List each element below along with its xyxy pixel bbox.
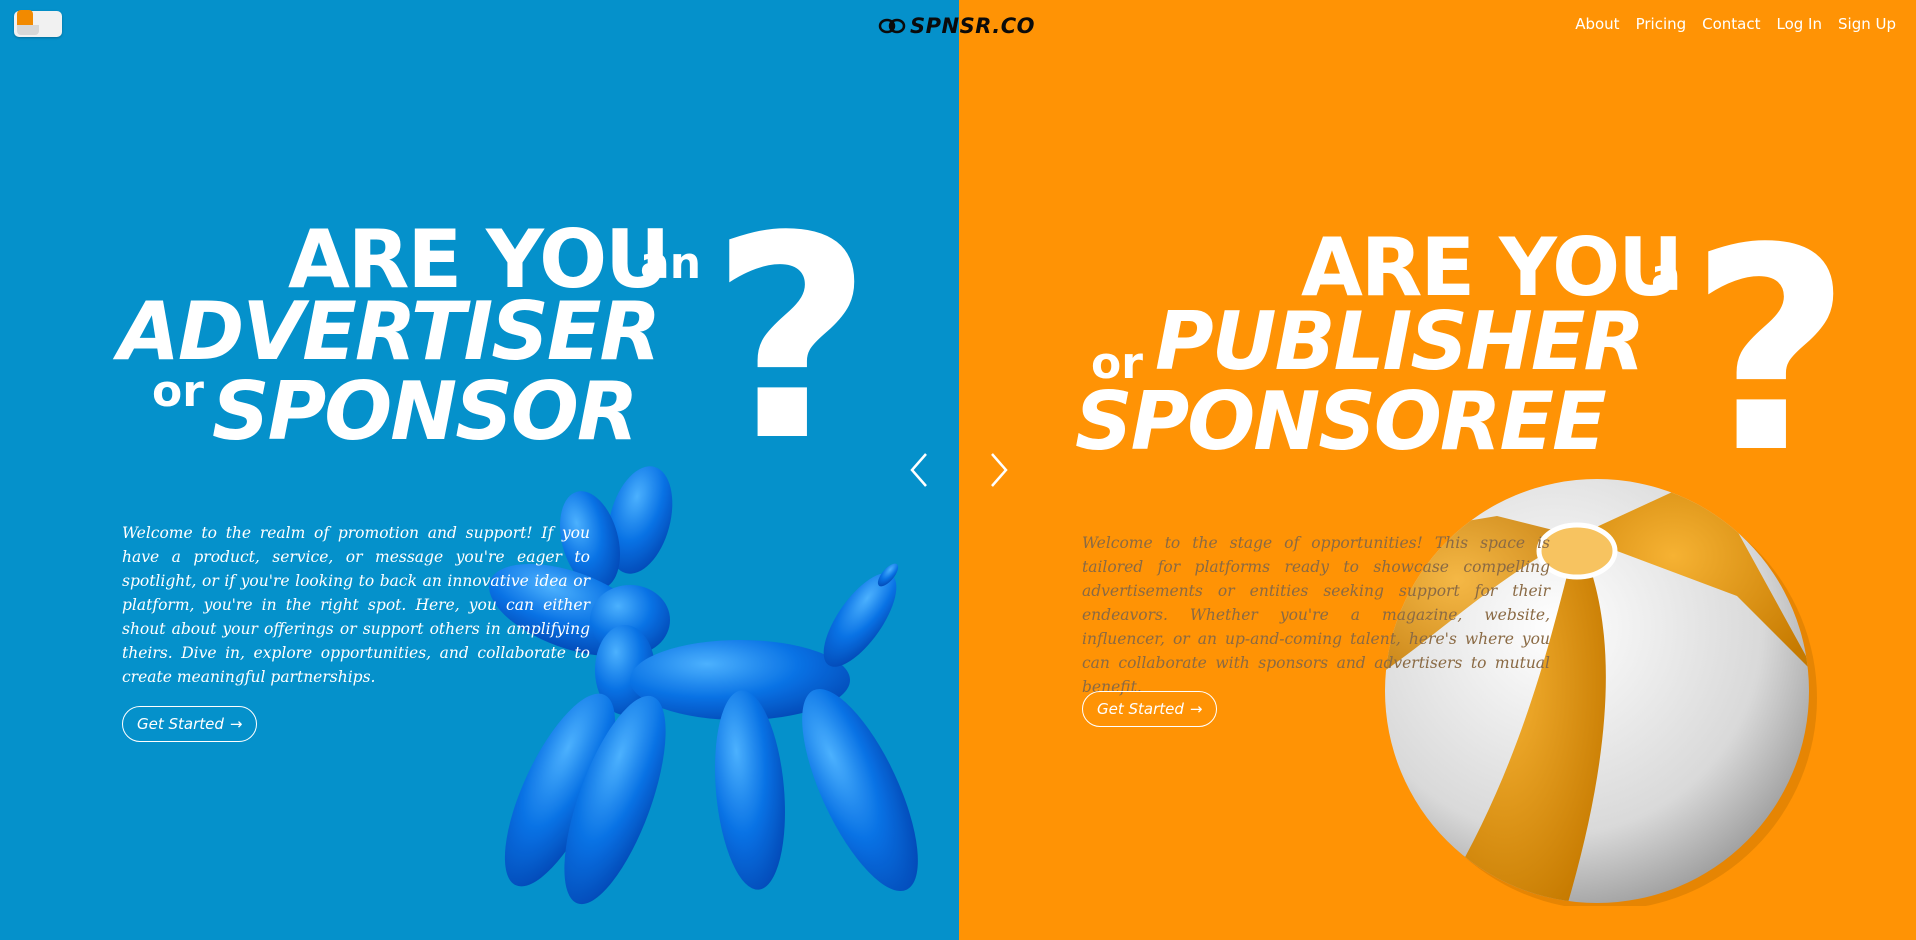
left-description: Welcome to the realm of promotion and su… <box>122 524 590 686</box>
nav-login[interactable]: Log In <box>1777 15 1823 33</box>
publisher-panel: ARE YOU a or PUBLISHER SPONSOREE ? Welco… <box>959 0 1916 940</box>
left-headline-article: an <box>640 238 702 289</box>
chevron-right-icon[interactable] <box>984 450 1012 490</box>
advertiser-panel: ARE YOU an ADVERTISER or SPONSOR ? Welco… <box>0 0 959 940</box>
bee-logo-icon <box>878 18 906 34</box>
arrow-right-icon: → <box>1189 700 1203 718</box>
right-headline-line2: PUBLISHER <box>1155 295 1645 388</box>
left-get-started-button[interactable]: Get Started → <box>122 706 258 742</box>
top-nav: About Pricing Contact Log In Sign Up <box>1575 15 1896 33</box>
theme-toggle-icon[interactable] <box>14 10 62 37</box>
nav-pricing[interactable]: Pricing <box>1636 15 1687 33</box>
left-headline-or: or <box>152 366 204 417</box>
brand-name: SPNSR.CO <box>910 14 1036 38</box>
brand-logo[interactable]: SPNSR.CO <box>878 12 1035 40</box>
nav-signup[interactable]: Sign Up <box>1838 15 1896 33</box>
chevron-left-icon[interactable] <box>906 450 934 490</box>
right-headline-article: a <box>1651 250 1681 301</box>
right-get-started-button[interactable]: Get Started → <box>1082 691 1218 727</box>
nav-about[interactable]: About <box>1575 15 1619 33</box>
arrow-right-icon: → <box>229 715 243 733</box>
left-headline-line2: ADVERTISER <box>118 285 661 378</box>
right-description: Welcome to the stage of opportunities! T… <box>1082 534 1550 696</box>
left-headline-line3: SPONSOR <box>212 365 638 458</box>
left-question-mark: ? <box>710 177 873 503</box>
right-question-mark: ? <box>1689 189 1852 515</box>
right-cta-label: Get Started <box>1097 700 1184 718</box>
toggle-knob <box>17 10 39 35</box>
left-cta-label: Get Started <box>137 715 224 733</box>
right-headline-line3: SPONSOREE <box>1075 375 1607 468</box>
nav-contact[interactable]: Contact <box>1702 15 1760 33</box>
